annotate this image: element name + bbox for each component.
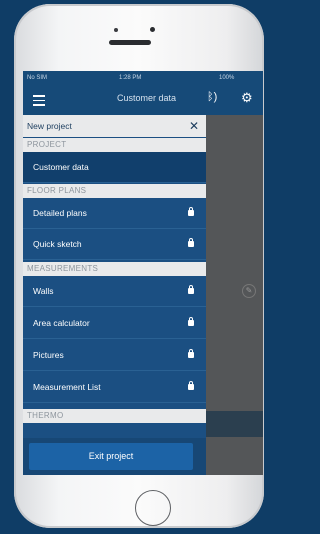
menu-item-customer-data[interactable]: Customer data — [23, 152, 206, 183]
carrier-text: No SIM — [27, 75, 48, 81]
front-camera — [150, 27, 155, 32]
navigation-drawer: New project ✕ PROJECT Customer data FLOO… — [23, 115, 206, 475]
menu-item-detailed-plans[interactable]: Detailed plans — [23, 198, 206, 229]
battery-text: 100% — [219, 75, 235, 81]
lock-icon — [188, 207, 194, 216]
drawer-title: New project — [27, 121, 72, 131]
menu-item-pictures[interactable]: Pictures — [23, 340, 206, 371]
close-icon[interactable]: ✕ — [189, 115, 199, 137]
clock-text: 1:28 PM — [119, 75, 142, 81]
lock-icon — [188, 349, 194, 358]
exit-project-button[interactable]: Exit project — [29, 443, 193, 470]
sensor-dot — [114, 28, 118, 32]
app-title: Customer data — [117, 93, 177, 103]
phone-screen: No SIM 1:28 PM 100% Customer data ᛒ) ⚙ ✎… — [23, 71, 263, 475]
menu-item-quick-sketch[interactable]: Quick sketch — [23, 229, 206, 260]
lock-icon — [188, 285, 194, 294]
app-bar: Customer data ᛒ) ⚙ — [23, 85, 263, 115]
menu-item-area-calculator[interactable]: Area calculator — [23, 308, 206, 339]
hamburger-icon[interactable] — [33, 95, 45, 106]
section-project: PROJECT — [23, 138, 206, 152]
content-strip — [206, 411, 263, 437]
gear-icon[interactable]: ⚙ — [241, 90, 253, 106]
bluetooth-icon[interactable]: ᛒ) — [207, 91, 217, 103]
earpiece — [109, 40, 151, 45]
lock-icon — [188, 381, 194, 390]
section-measurements: MEASUREMENTS — [23, 262, 206, 276]
menu-item-measurement-list[interactable]: Measurement List — [23, 372, 206, 403]
lock-icon — [188, 238, 194, 247]
menu-item-walls[interactable]: Walls — [23, 276, 206, 307]
home-button[interactable] — [135, 490, 171, 526]
section-floor-plans: FLOOR PLANS — [23, 184, 206, 198]
lock-icon — [188, 317, 194, 326]
status-bar: No SIM 1:28 PM 100% — [23, 71, 263, 85]
exit-area: Exit project — [23, 438, 206, 475]
pen-icon: ✎ — [242, 284, 256, 298]
drawer-header: New project ✕ — [23, 115, 206, 137]
section-thermo: THERMO — [23, 409, 206, 423]
